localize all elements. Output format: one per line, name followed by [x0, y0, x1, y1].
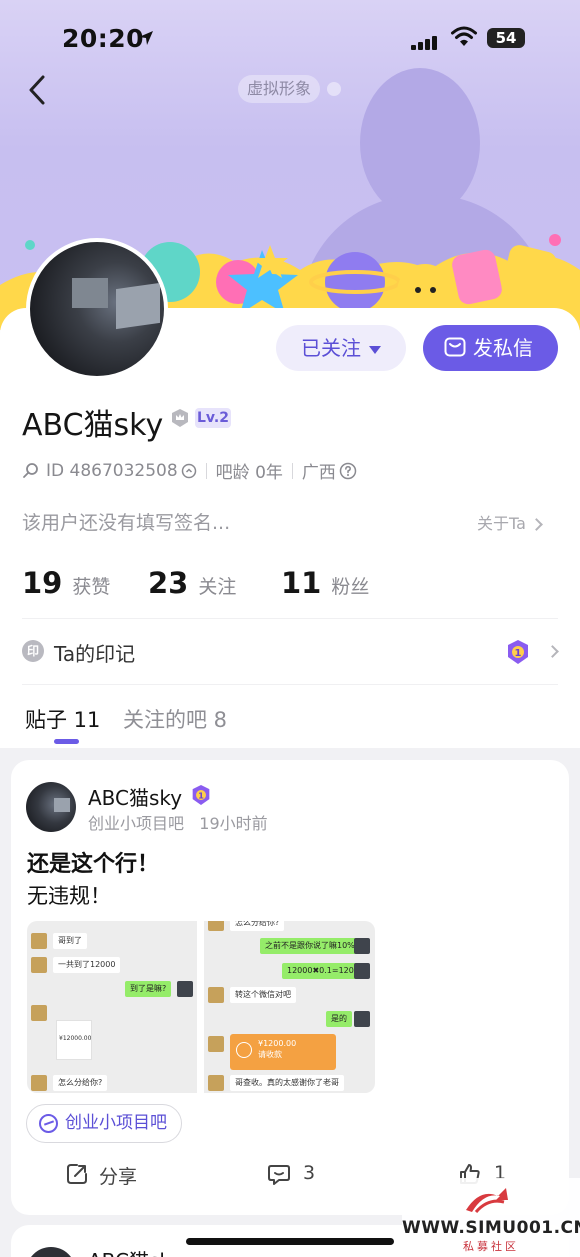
profile-username: ABC猫sky: [22, 408, 164, 443]
chat-bubble: 是的: [326, 1011, 352, 1027]
post-author-name[interactable]: ABC猫sky: [88, 782, 182, 811]
divider: [22, 684, 558, 685]
post-card[interactable]: ABC猫sky 1 创业小项目吧 19小时前 还是这个行！ 无违规！ 哥到了 一…: [11, 760, 569, 1215]
send-message-label: 发私信: [473, 336, 533, 360]
stat-fans-count: 11: [281, 566, 322, 600]
tab-followed-forums[interactable]: 关注的吧 8: [123, 704, 227, 734]
stat-fans[interactable]: 11 粉丝: [281, 566, 369, 600]
chat-bubble: 一共到了12000: [53, 957, 121, 973]
tab-indicator: [54, 739, 79, 744]
stat-fans-label: 粉丝: [331, 576, 370, 598]
location-arrow-icon: [139, 31, 153, 45]
copy-icon[interactable]: [181, 463, 197, 479]
chevron-right-icon: [546, 645, 559, 658]
transfer-card: ¥1200.00 请收款: [230, 1034, 336, 1070]
medal-number: 1: [515, 648, 522, 659]
chat-bubble: 怎么分给你?: [53, 1075, 108, 1091]
home-indicator[interactable]: [186, 1238, 394, 1245]
status-bar: 20:20 54: [0, 0, 580, 78]
about-ta-link[interactable]: 关于Ta: [477, 510, 543, 534]
watermark-sub: 私募社区: [463, 1240, 519, 1253]
chat-bubble: 转这个微信对吧: [230, 987, 296, 1003]
chevron-right-icon: [530, 518, 543, 531]
level-badge: Lv.2: [195, 408, 231, 428]
post-meta: 创业小项目吧 19小时前: [88, 810, 268, 834]
chat-bubble: 哥到了: [53, 933, 87, 949]
about-ta-label: 关于Ta: [477, 514, 526, 533]
watermark-logo-icon: [466, 1188, 508, 1214]
wifi-icon: [451, 26, 477, 46]
receipt-card: ¥12000.00: [56, 1020, 92, 1060]
tab-posts[interactable]: 贴子 11: [25, 704, 100, 734]
back-icon[interactable]: [26, 74, 48, 106]
virtual-avatar-label[interactable]: 虚拟形象: [238, 75, 320, 103]
medal-number: 1: [198, 790, 204, 800]
stat-following[interactable]: 23 关注: [148, 566, 236, 600]
user-id: ID 4867032508: [46, 460, 178, 481]
followed-button[interactable]: 已关注: [276, 325, 406, 371]
account-age: 吧龄 0年: [215, 463, 283, 483]
help-icon[interactable]: [339, 462, 357, 480]
post-image-1[interactable]: 哥到了 一共到了12000 到了是嘛? ¥12000.00 怎么分给你?: [27, 921, 197, 1093]
post-forum[interactable]: 创业小项目吧: [88, 814, 184, 833]
stat-likes-label: 获赞: [72, 576, 111, 598]
receipt-amount: ¥12000.00: [59, 1035, 92, 1042]
seal-icon: 印: [22, 640, 44, 662]
stat-likes[interactable]: 19 获赞: [22, 566, 110, 600]
post-author-name[interactable]: ABC猫sky: [88, 1245, 182, 1257]
forum-tag-label: 创业小项目吧: [65, 1113, 167, 1133]
crown-badge-icon: [172, 409, 188, 427]
medal-icon: 1: [192, 785, 210, 805]
stat-likes-count: 19: [22, 566, 63, 600]
chat-bubble: 怎么分给你?: [230, 921, 285, 931]
mail-icon: [444, 337, 466, 357]
battery-icon: 54: [487, 28, 525, 48]
seal-row[interactable]: 印 Ta的印记 1: [22, 638, 559, 666]
share-icon: [67, 1164, 87, 1184]
virtual-avatar-dot: [327, 82, 341, 96]
chat-bubble: 哥查收。真的太感谢你了老哥: [230, 1075, 344, 1091]
transfer-icon: [236, 1042, 252, 1058]
avatar[interactable]: [26, 238, 168, 380]
user-signature: 该用户还没有填写签名...: [22, 512, 231, 534]
profile-screen: 20:20 54 虚拟形象 已关注 发私信 ABC猫sky Lv.2 ID 48…: [0, 0, 580, 1257]
forum-planet-icon: [39, 1114, 58, 1133]
forum-tag-button[interactable]: 创业小项目吧: [26, 1104, 182, 1143]
seal-label: Ta的印记: [54, 642, 136, 666]
transfer-amount: ¥1200.00: [258, 1039, 297, 1048]
medal-icon: 1: [508, 640, 528, 664]
comment-count: 3: [303, 1162, 316, 1184]
cellular-signal-icon: [411, 31, 439, 50]
post-title: 还是这个行！: [27, 852, 160, 877]
post-author-avatar[interactable]: [26, 782, 76, 832]
divider: [22, 618, 558, 619]
transfer-note: 请收款: [258, 1050, 282, 1059]
post-image-2[interactable]: 怎么分给你? 之前不是跟你说了嘛10% 12000✖0.1=1200 转这个微信…: [204, 921, 375, 1093]
chat-bubble: 到了是嘛?: [125, 981, 172, 997]
region: 广西: [301, 463, 336, 483]
watermark: WWW.SIMU001.CN 私募社区: [402, 1178, 580, 1257]
chat-bubble: 12000✖0.1=1200: [282, 963, 364, 979]
watermark-site: WWW.SIMU001.CN: [402, 1218, 580, 1238]
chat-bubble: 之前不是跟你说了嘛10%: [260, 938, 360, 954]
post-body: 无违规！: [27, 884, 111, 908]
profile-meta: ID 4867032508 吧龄 0年 广西: [22, 458, 357, 484]
send-message-button[interactable]: 发私信: [423, 325, 558, 371]
stat-following-label: 关注: [198, 576, 237, 598]
chevron-down-icon: [369, 345, 381, 354]
post-time: 19小时前: [199, 814, 268, 833]
post-author-avatar[interactable]: [26, 1247, 76, 1257]
search-icon: [23, 462, 38, 478]
stat-following-count: 23: [148, 566, 189, 600]
status-time: 20:20: [62, 24, 145, 53]
comment-icon: [268, 1165, 290, 1185]
followed-button-label: 已关注: [301, 336, 361, 360]
share-label: 分享: [99, 1166, 138, 1188]
profile-tabs: 贴子 11 关注的吧 8: [0, 700, 580, 748]
